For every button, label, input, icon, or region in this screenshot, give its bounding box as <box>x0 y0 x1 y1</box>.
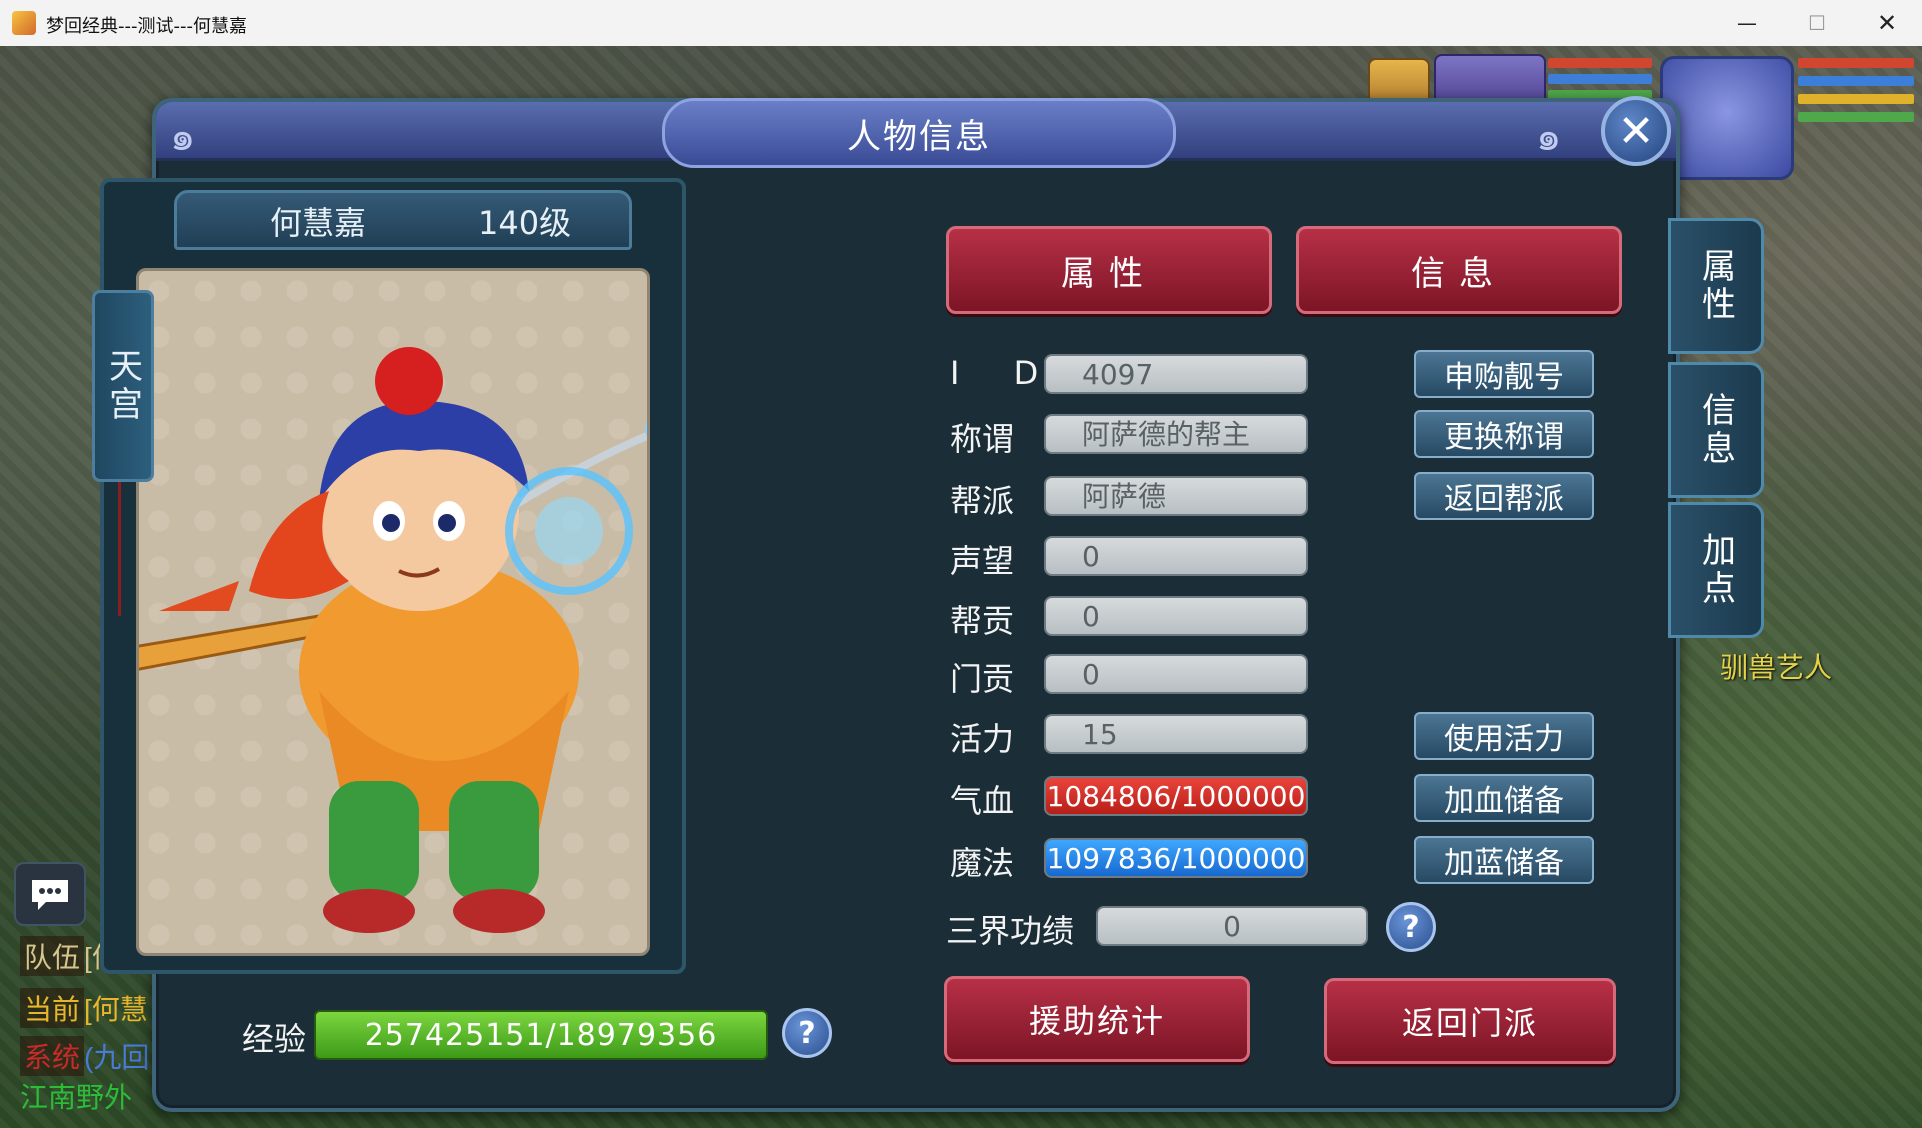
merit-help-icon[interactable]: ? <box>1386 902 1436 952</box>
side-tab-attributes[interactable]: 属性 <box>1668 218 1764 354</box>
label-reputation: 声望 <box>950 542 1015 580</box>
chat-line-system: 系统 (九回 <box>20 1036 149 1076</box>
label-hp: 气血 <box>950 782 1015 820</box>
experience-label: 经验 <box>242 1020 307 1058</box>
window-titlebar: 梦回经典---测试---何慧嘉 — ☐ ✕ <box>0 0 1922 47</box>
side-tab-add-points-label: 加点 <box>1695 532 1736 608</box>
panel-close-button[interactable]: ✕ <box>1601 96 1671 166</box>
field-id: 4097 <box>1044 354 1308 394</box>
tab-attributes[interactable]: 属性 <box>946 226 1272 314</box>
field-title: 阿萨德的帮主 <box>1044 414 1308 454</box>
label-title: 称谓 <box>950 420 1015 458</box>
mp-bar: 1097836/1000000 <box>1044 838 1308 878</box>
label-sect-contribution: 门贡 <box>950 660 1015 698</box>
faction-tag: 天宫 <box>92 290 154 482</box>
buy-number-button[interactable]: 申购靓号 <box>1414 350 1594 398</box>
faction-rope <box>118 476 121 616</box>
chat-bubble-icon[interactable] <box>14 862 86 926</box>
return-sect-button[interactable]: 返回门派 <box>1324 978 1616 1064</box>
character-illustration <box>139 347 647 933</box>
return-guild-button[interactable]: 返回帮派 <box>1414 472 1594 520</box>
character-name: 何慧嘉 <box>270 204 367 242</box>
experience-help-icon[interactable]: ? <box>782 1008 832 1058</box>
player-hp-bar <box>1798 58 1914 68</box>
side-tab-attributes-label: 属性 <box>1695 248 1736 324</box>
window-title: 梦回经典---测试---何慧嘉 <box>46 16 247 37</box>
chat-line-current: 当前 [何慧 <box>20 988 148 1028</box>
field-merit: 0 <box>1096 906 1368 946</box>
experience-bar: 257425151/18979356 <box>314 1010 768 1060</box>
add-hp-reserve-button[interactable]: 加血储备 <box>1414 774 1594 822</box>
player-exp-bar <box>1798 112 1914 122</box>
assist-stats-button[interactable]: 援助统计 <box>944 976 1250 1062</box>
hp-bar: 1084806/1000000 <box>1044 776 1308 816</box>
field-vitality: 15 <box>1044 714 1308 754</box>
npc-name-label[interactable]: 驯兽艺人 <box>1720 646 1832 686</box>
faction-name: 天宫 <box>102 348 143 424</box>
panel-title: 人物信息 <box>847 116 991 157</box>
field-reputation: 0 <box>1044 536 1308 576</box>
character-level: 140级 <box>478 204 572 242</box>
side-tab-add-points[interactable]: 加点 <box>1668 502 1764 638</box>
maximize-button[interactable]: ☐ <box>1782 0 1852 46</box>
label-guild: 帮派 <box>950 482 1015 520</box>
use-vitality-button[interactable]: 使用活力 <box>1414 712 1594 760</box>
player-mp-bar <box>1798 76 1914 86</box>
change-title-button[interactable]: 更换称谓 <box>1414 410 1594 458</box>
label-vitality: 活力 <box>950 720 1015 758</box>
player-avatar[interactable] <box>1660 56 1794 180</box>
character-portrait <box>136 268 650 956</box>
pet-hp-bar <box>1548 58 1652 68</box>
label-merit: 三界功绩 <box>946 912 1075 950</box>
field-guild: 阿萨德 <box>1044 476 1308 516</box>
field-sect-contribution: 0 <box>1044 654 1308 694</box>
panel-title-frame: 人物信息 <box>662 98 1176 168</box>
header-swirl-left: ๑ <box>170 114 196 160</box>
app-icon <box>12 11 36 35</box>
side-tab-info[interactable]: 信息 <box>1668 362 1764 498</box>
player-anger-bar <box>1798 94 1914 104</box>
chat-line-location: 江南野外 <box>20 1082 133 1113</box>
header-swirl-right: ๑ <box>1536 114 1562 160</box>
pet-mp-bar <box>1548 74 1652 84</box>
window-close-button[interactable]: ✕ <box>1852 0 1922 46</box>
label-guild-contribution: 帮贡 <box>950 602 1015 640</box>
add-mp-reserve-button[interactable]: 加蓝储备 <box>1414 836 1594 884</box>
tab-info[interactable]: 信息 <box>1296 226 1622 314</box>
label-mp: 魔法 <box>950 844 1015 882</box>
field-guild-contribution: 0 <box>1044 596 1308 636</box>
minimize-button[interactable]: — <box>1712 0 1782 46</box>
side-tab-info-label: 信息 <box>1695 392 1736 468</box>
